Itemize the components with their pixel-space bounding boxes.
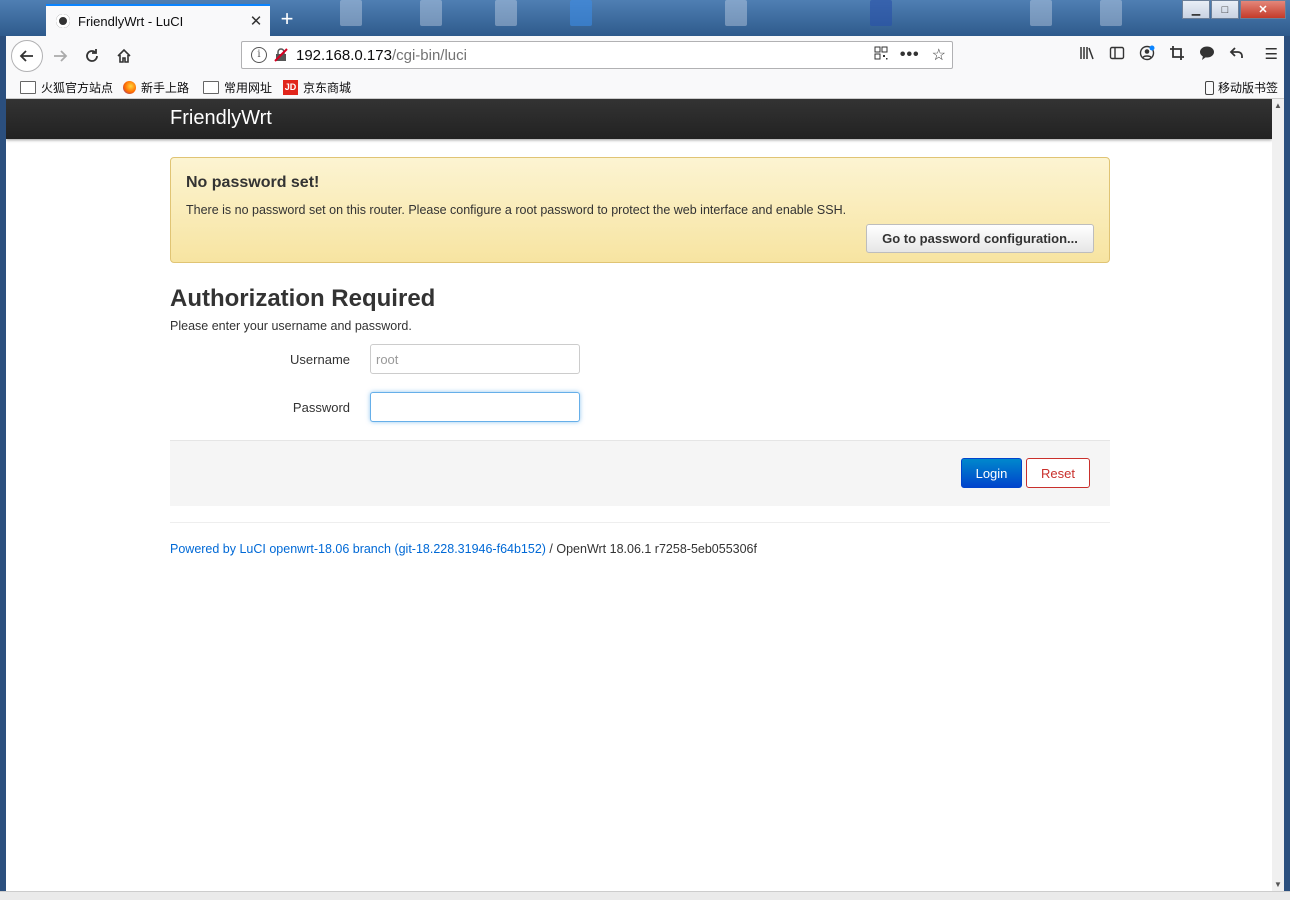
bookmark-item[interactable]: 常用网址 [203,79,272,96]
vertical-scrollbar[interactable]: ▲ ▼ [1272,99,1284,891]
mobile-bookmarks[interactable]: 移动版书签 [1205,79,1278,96]
password-label: Password [292,400,350,415]
scroll-down-icon[interactable]: ▼ [1274,880,1282,889]
back-arrow-icon [19,50,33,62]
minimize-button[interactable]: ▁ [1182,0,1210,19]
tab-close-icon[interactable]: ✕ [246,12,266,30]
back-button[interactable] [11,40,43,72]
site-info-icon[interactable]: i [251,47,267,63]
bookmark-star-icon[interactable]: ☆ [932,45,946,65]
auth-subtitle: Please enter your username and password. [170,319,412,333]
bookmark-label: 常用网址 [224,81,273,95]
bookmark-item[interactable]: 火狐官方站点 [20,79,113,96]
phone-icon [1205,80,1214,95]
url-host: 192.168.0.173 [296,46,392,64]
username-input[interactable] [370,344,580,374]
folder-icon [203,81,219,94]
divider [170,522,1110,523]
web-page: FriendlyWrt No password set! There is no… [6,99,1272,891]
bookmark-item[interactable]: 新手上路 [123,79,189,96]
close-window-button[interactable]: ✕ [1240,0,1286,19]
reload-button[interactable] [78,42,106,70]
window-controls: ▁ □ ✕ [1181,0,1286,19]
url-path: /cgi-bin/luci [391,46,467,64]
page-title: Authorization Required [170,285,436,312]
account-icon[interactable] [1139,45,1155,65]
password-config-button[interactable]: Go to password configuration... [866,224,1094,253]
reset-button[interactable]: Reset [1026,458,1090,488]
library-icon[interactable] [1079,45,1095,65]
bookmark-label: 京东商城 [303,81,352,95]
home-icon [117,48,131,63]
login-button[interactable]: Login [961,458,1022,488]
bookmark-label: 火狐官方站点 [41,81,114,95]
username-label: Username [290,352,350,367]
insecure-lock-icon[interactable] [274,48,288,62]
luci-header: FriendlyWrt [6,99,1272,139]
chat-bubble-icon[interactable] [1199,45,1215,65]
sidebar-icon[interactable] [1109,45,1125,65]
maximize-button[interactable]: □ [1211,0,1239,19]
form-actions: Login Reset [170,440,1110,506]
page-actions-icon[interactable]: ••• [900,46,920,64]
brand-link[interactable]: FriendlyWrt [170,107,272,130]
undo-icon[interactable] [1229,45,1245,65]
bookmark-item[interactable]: JD 京东商城 [283,79,351,96]
jd-icon: JD [283,80,298,95]
forward-arrow-icon [54,50,68,62]
navigation-toolbar: i 192.168.0.173/cgi-bin/luci ••• ☆ ☰ [6,36,1284,76]
menu-hamburger-icon[interactable]: ☰ [1265,45,1278,65]
url-bar[interactable]: i 192.168.0.173/cgi-bin/luci ••• ☆ [241,41,953,69]
no-password-alert: No password set! There is no password se… [170,157,1110,263]
forward-button[interactable] [46,42,74,70]
openwrt-version: / OpenWrt 18.06.1 r7258-5eb055306f [545,542,757,556]
screenshot-crop-icon[interactable] [1169,45,1185,65]
luci-link[interactable]: Powered by LuCI openwrt-18.06 branch (gi… [170,542,546,556]
bookmark-label: 新手上路 [141,81,190,95]
firefox-icon [123,81,136,94]
tab-title: FriendlyWrt - LuCI [78,13,184,29]
mobile-bookmarks-label: 移动版书签 [1218,81,1279,95]
browser-tab[interactable]: FriendlyWrt - LuCI ✕ [46,4,270,36]
alert-text: There is no password set on this router.… [186,203,847,217]
password-input[interactable] [370,392,580,422]
folder-icon [20,81,36,94]
footer: Powered by LuCI openwrt-18.06 branch (gi… [170,542,757,556]
favicon-icon [56,14,70,28]
alert-title: No password set! [186,174,320,191]
scroll-up-icon[interactable]: ▲ [1274,101,1282,110]
reload-icon [86,49,98,62]
bookmarks-toolbar: 火狐官方站点 新手上路 常用网址 JD 京东商城 移动版书签 [6,76,1284,99]
new-tab-button[interactable]: + [276,6,298,32]
home-button[interactable] [110,42,138,70]
qr-code-icon[interactable] [874,46,888,65]
